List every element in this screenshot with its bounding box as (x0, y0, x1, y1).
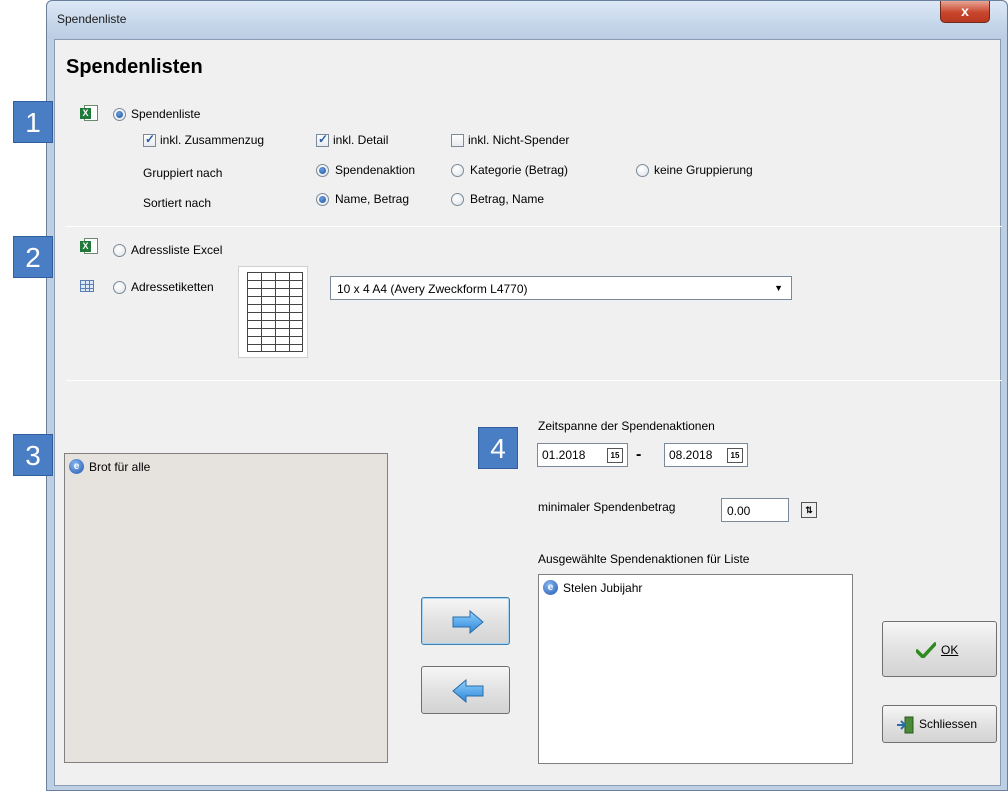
period-separator: - (636, 446, 642, 463)
group-spendenaktion-radio[interactable] (316, 164, 329, 177)
campaign-icon: e (69, 459, 84, 474)
selected-list-label: Ausgewählte Spendenaktionen für Liste (538, 552, 750, 566)
sort-betrag-label: Betrag, Name (470, 192, 545, 206)
date-from-field[interactable]: 01.2018 15 (537, 443, 628, 467)
label-sheet-preview (238, 266, 308, 358)
remove-from-selection-button[interactable] (421, 666, 510, 714)
step-badge-1: 1 (13, 101, 53, 143)
add-to-selection-button[interactable] (421, 597, 510, 645)
section-divider-1 (66, 226, 1002, 227)
title-bar[interactable]: Spendenliste x (47, 1, 1007, 39)
period-label: Zeitspanne der Spendenaktionen (538, 419, 715, 433)
detail-checkbox[interactable] (316, 132, 329, 147)
ok-label: OK (941, 643, 959, 657)
sort-name-radio[interactable] (316, 193, 329, 206)
page-title: Spendenlisten (66, 56, 203, 78)
chevron-down-icon: ▼ (774, 283, 783, 293)
step-badge-4: 4 (478, 427, 518, 469)
exit-door-icon (897, 716, 914, 734)
step-badge-2: 2 (13, 236, 53, 278)
adressliste-excel-label: Adressliste Excel (131, 243, 223, 257)
excel-icon: X (80, 238, 98, 254)
date-to-value: 08.2018 (669, 448, 713, 462)
min-amount-label: minimaler Spendenbetrag (538, 500, 676, 514)
group-none-label: keine Gruppierung (654, 163, 753, 177)
detail-label: inkl. Detail (333, 133, 389, 147)
nicht-spender-checkbox[interactable] (451, 134, 464, 147)
spinner-icon[interactable]: ⇅ (801, 502, 817, 518)
calendar-icon[interactable]: 15 (727, 448, 743, 463)
zusammenzug-label: inkl. Zusammenzug (160, 133, 265, 147)
group-spendenaktion-label: Spendenaktion (335, 163, 416, 177)
list-item-label: Brot für alle (89, 460, 151, 474)
sort-name-label: Name, Betrag (335, 192, 410, 206)
sort-by-label: Sortiert nach (143, 196, 212, 210)
selected-campaigns-list[interactable]: e Stelen Jubijahr (538, 574, 853, 764)
close-window-button[interactable]: x (940, 1, 990, 23)
group-none-radio[interactable] (636, 164, 649, 177)
spendenliste-label: Spendenliste (131, 107, 201, 121)
step-badge-3: 3 (13, 434, 53, 476)
close-button[interactable]: Schliessen (882, 705, 997, 743)
label-format-value: 10 x 4 A4 (Avery Zweckform L4770) (337, 282, 528, 296)
zusammenzug-checkbox[interactable] (143, 132, 156, 147)
adressetiketten-radio[interactable] (113, 281, 126, 294)
sort-betrag-radio[interactable] (451, 193, 464, 206)
date-to-field[interactable]: 08.2018 15 (664, 443, 748, 467)
adressliste-excel-radio[interactable] (113, 244, 126, 257)
date-from-value: 01.2018 (542, 448, 586, 462)
grid-icon (80, 280, 94, 292)
group-kategorie-radio[interactable] (451, 164, 464, 177)
calendar-icon[interactable]: 15 (607, 448, 623, 463)
group-by-label: Gruppiert nach (143, 166, 223, 180)
spendenliste-radio[interactable] (113, 108, 126, 121)
excel-icon: X (80, 105, 98, 121)
arrow-right-icon (452, 610, 484, 634)
close-label: Schliessen (919, 717, 978, 731)
checkmark-icon (916, 642, 936, 658)
section-divider-2 (66, 380, 1002, 381)
arrow-left-icon (452, 679, 484, 703)
adressetiketten-label: Adressetiketten (131, 280, 214, 294)
ok-button[interactable]: OK (882, 621, 997, 677)
nicht-spender-label: inkl. Nicht-Spender (468, 133, 570, 147)
min-amount-input[interactable]: 0.00 (721, 498, 789, 522)
label-format-select[interactable]: 10 x 4 A4 (Avery Zweckform L4770) ▼ (330, 276, 792, 300)
list-item-label: Stelen Jubijahr (563, 581, 643, 595)
available-campaigns-list[interactable]: e Brot für alle (64, 453, 388, 763)
window-title: Spendenliste (57, 12, 127, 26)
group-kategorie-label: Kategorie (Betrag) (470, 163, 569, 177)
campaign-icon: e (543, 580, 558, 595)
min-amount-value: 0.00 (727, 504, 751, 518)
